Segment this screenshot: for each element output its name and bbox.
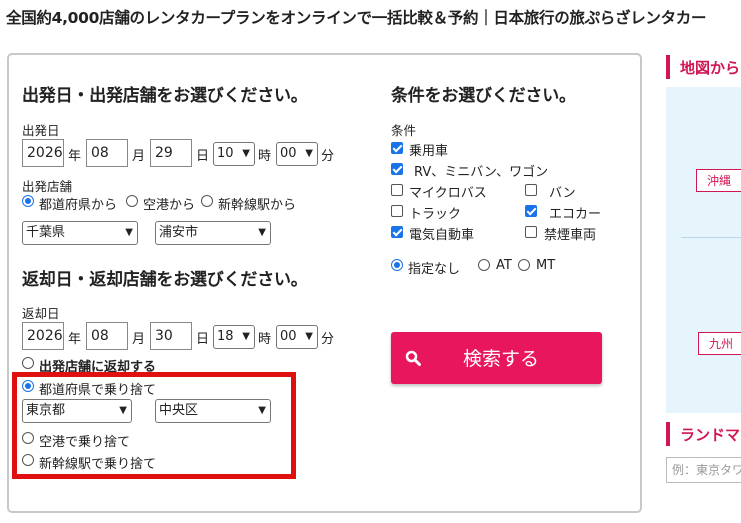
return-heading: 返却日・返却店舗をお選びください。: [22, 270, 308, 290]
store-prefecture-radio[interactable]: [22, 195, 34, 207]
departure-minute-select[interactable]: 00 ▼: [276, 142, 318, 166]
search-icon: [405, 350, 421, 366]
departure-city-value: 浦安市: [159, 225, 199, 240]
return-minute-select[interactable]: 00 ▼: [276, 325, 318, 349]
chevron-down-icon: ▼: [242, 148, 250, 159]
drop-prefecture-label: 都道府県で乗り捨て: [39, 383, 157, 398]
departure-store-label: 出発店舗: [22, 179, 73, 194]
return-minute-value: 00: [280, 329, 297, 344]
landmark-heading: ランドマ: [680, 426, 741, 444]
passenger-car-checkbox[interactable]: [391, 142, 403, 154]
rv-minivan-checkbox[interactable]: [391, 163, 403, 175]
chevron-down-icon: ▼: [258, 405, 266, 416]
drop-shinkansen-label: 新幹線駅で乗り捨て: [39, 457, 157, 472]
store-shinkansen-radio[interactable]: [201, 195, 213, 207]
chevron-down-icon: ▼: [125, 227, 133, 238]
same-store-radio[interactable]: [22, 357, 34, 369]
transmission-mt-radio[interactable]: [518, 259, 530, 271]
region-map[interactable]: [666, 87, 741, 413]
hour-unit: 時: [258, 149, 272, 164]
search-button[interactable]: 検索する: [391, 332, 602, 384]
landmark-search-input[interactable]: 例：東京タワ: [666, 457, 741, 483]
rv-minivan-label: RV、ミニバン、ワゴン: [414, 165, 549, 180]
return-prefecture-select[interactable]: 東京都 ▼: [22, 399, 132, 423]
passenger-car-label: 乗用車: [409, 144, 449, 159]
chevron-down-icon: ▼: [305, 148, 313, 159]
departure-month-field[interactable]: 08: [86, 139, 128, 167]
van-label: バン: [549, 186, 576, 201]
departure-year-field[interactable]: 2026: [22, 139, 64, 167]
eco-car-checkbox[interactable]: [525, 205, 537, 217]
microbus-label: マイクロバス: [409, 186, 487, 201]
return-year-field[interactable]: 2026: [22, 322, 64, 350]
day-unit: 日: [196, 332, 210, 347]
departure-heading: 出発日・出発店舗をお選びください。: [22, 86, 308, 106]
map-heading-bar: [666, 55, 670, 79]
chevron-down-icon: ▼: [242, 331, 250, 342]
map-divider: [681, 237, 741, 238]
minute-unit: 分: [321, 332, 335, 347]
conditions-label: 条件: [391, 123, 417, 138]
electric-car-checkbox[interactable]: [391, 226, 403, 238]
chevron-down-icon: ▼: [258, 227, 266, 238]
electric-car-label: 電気自動車: [409, 228, 475, 243]
conditions-heading: 条件をお選びください。: [391, 86, 576, 106]
non-smoking-checkbox[interactable]: [525, 226, 537, 238]
chevron-down-icon: ▼: [305, 331, 313, 342]
store-prefecture-label: 都道府県から: [39, 198, 118, 213]
microbus-checkbox[interactable]: [391, 184, 403, 196]
store-airport-label: 空港から: [143, 198, 196, 213]
drop-prefecture-radio[interactable]: [22, 380, 34, 392]
store-airport-radio[interactable]: [126, 195, 138, 207]
drop-airport-label: 空港で乗り捨て: [39, 435, 131, 450]
map-heading: 地図から: [680, 59, 741, 77]
year-unit: 年: [68, 332, 82, 347]
return-date-label: 返却日: [22, 306, 60, 321]
van-checkbox[interactable]: [525, 184, 537, 196]
return-day-field[interactable]: 30: [150, 322, 192, 350]
return-hour-value: 18: [217, 329, 234, 344]
drop-shinkansen-radio[interactable]: [22, 454, 34, 466]
map-label-kyushu[interactable]: 九州: [698, 332, 741, 355]
transmission-any-radio[interactable]: [391, 259, 403, 271]
return-prefecture-value: 東京都: [26, 403, 66, 418]
eco-car-label: エコカー: [549, 207, 602, 222]
truck-label: トラック: [409, 207, 462, 222]
minute-unit: 分: [321, 149, 335, 164]
transmission-at-label: AT: [496, 258, 512, 273]
day-unit: 日: [196, 149, 210, 164]
transmission-at-radio[interactable]: [478, 259, 490, 271]
map-label-okinawa[interactable]: 沖縄: [696, 169, 741, 192]
departure-date-label: 出発日: [22, 123, 60, 138]
drop-airport-radio[interactable]: [22, 432, 34, 444]
hour-unit: 時: [258, 332, 272, 347]
departure-hour-value: 10: [217, 146, 234, 161]
return-month-field[interactable]: 08: [86, 322, 128, 350]
month-unit: 月: [132, 149, 146, 164]
return-city-value: 中央区: [159, 403, 199, 418]
departure-day-field[interactable]: 29: [150, 139, 192, 167]
landmark-heading-bar: [666, 422, 670, 446]
store-shinkansen-label: 新幹線駅から: [218, 198, 297, 213]
non-smoking-label: 禁煙車両: [544, 228, 597, 243]
return-hour-select[interactable]: 18 ▼: [213, 325, 255, 349]
chevron-down-icon: ▼: [119, 405, 127, 416]
page-title: 全国約4,000店舗のレンタカープランをオンラインで一括比較＆予約｜日本旅行の旅…: [6, 9, 707, 27]
month-unit: 月: [132, 332, 146, 347]
transmission-any-label: 指定なし: [408, 262, 461, 277]
departure-hour-select[interactable]: 10 ▼: [213, 142, 255, 166]
departure-prefecture-value: 千葉県: [26, 225, 66, 240]
transmission-mt-label: MT: [536, 258, 556, 273]
departure-prefecture-select[interactable]: 千葉県 ▼: [22, 221, 138, 245]
truck-checkbox[interactable]: [391, 205, 403, 217]
departure-minute-value: 00: [280, 146, 297, 161]
departure-city-select[interactable]: 浦安市 ▼: [155, 221, 271, 245]
return-city-select[interactable]: 中央区 ▼: [155, 399, 271, 423]
year-unit: 年: [68, 149, 82, 164]
search-button-label: 検索する: [463, 348, 540, 370]
